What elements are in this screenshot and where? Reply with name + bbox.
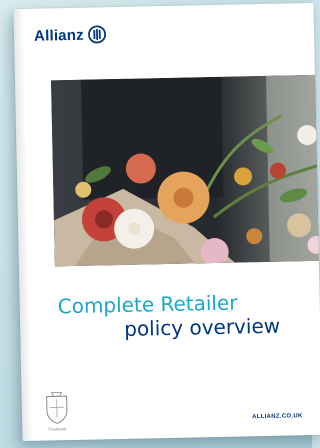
- crest-label: Chartered: [48, 426, 67, 432]
- crest-icon: [46, 391, 68, 424]
- website-link: ALLIANZ.CO.UK: [252, 413, 303, 421]
- allianz-logo: Allianz: [34, 25, 106, 44]
- cover-title-line-2: policy overview: [123, 313, 281, 341]
- flower-bouquet-image: [51, 74, 320, 267]
- brochure-cover: Allianz Complete Retailer policy overvie…: [13, 2, 320, 442]
- florist-photo: [51, 74, 320, 267]
- allianz-eagle-icon: [87, 25, 106, 44]
- brand-name: Allianz: [33, 26, 84, 45]
